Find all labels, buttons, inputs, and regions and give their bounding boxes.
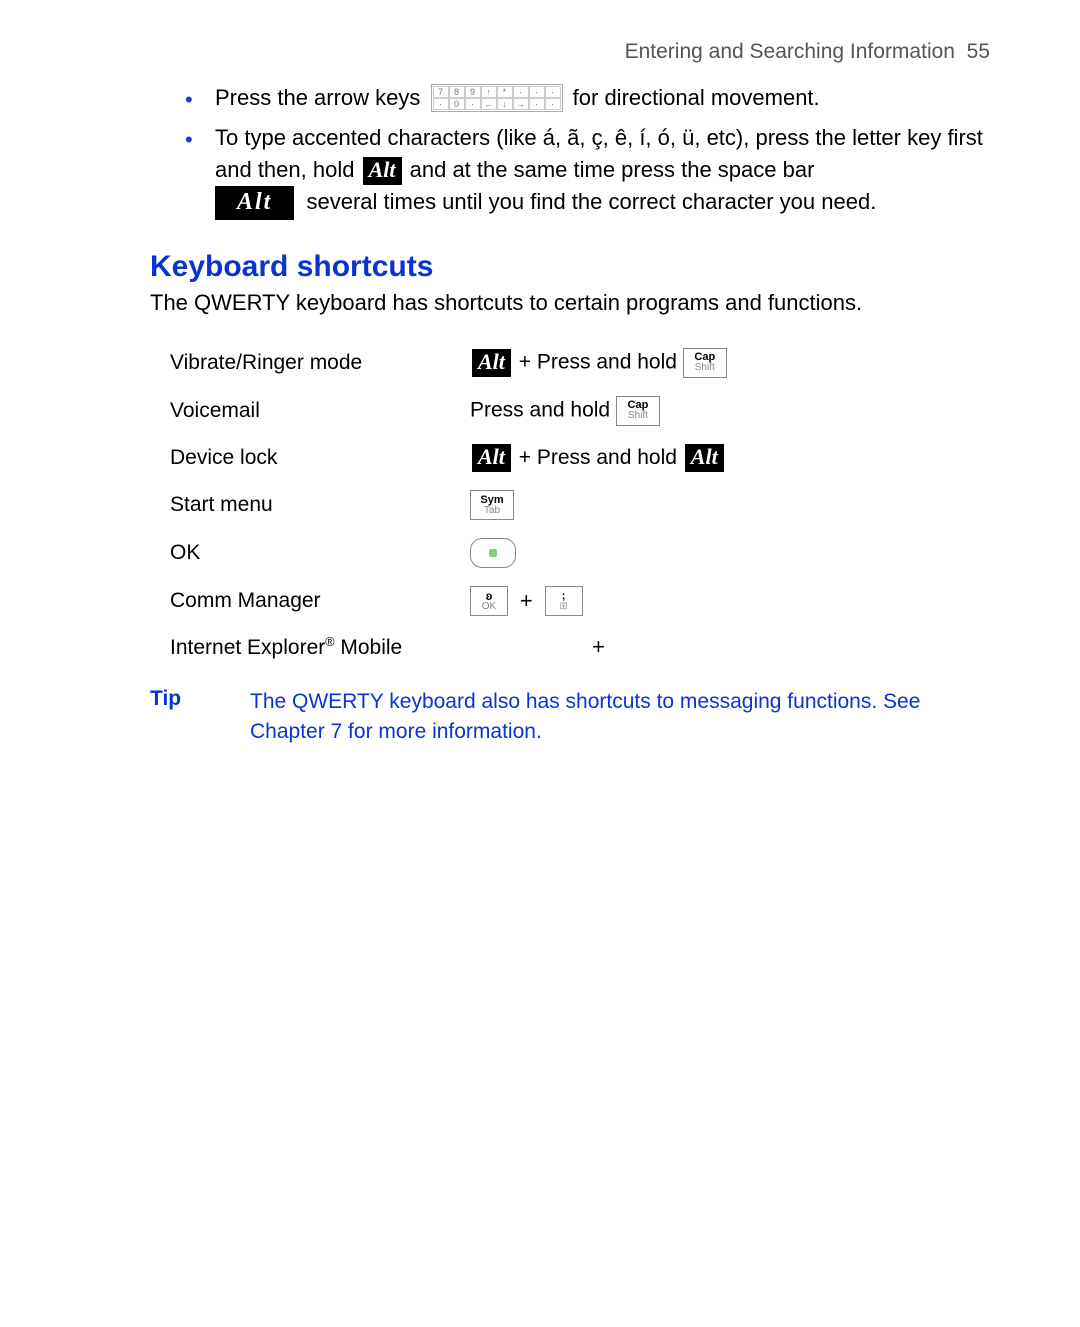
alt-key-icon: Alt	[363, 157, 402, 185]
shortcut-label: Comm Manager	[170, 577, 470, 625]
shortcut-label: Vibrate/Ringer mode	[170, 339, 470, 387]
text: Press the arrow keys	[215, 85, 420, 110]
windows-logo-icon: ⊞	[559, 602, 567, 612]
plus-icon: +	[592, 634, 605, 659]
running-head: Entering and Searching Information 55	[150, 40, 990, 64]
shortcut-keys	[470, 529, 737, 577]
table-row: Start menu Sym Tab	[170, 481, 737, 529]
page-number: 55	[967, 40, 990, 63]
alt-key-long-icon: Alt	[215, 186, 294, 220]
table-row: OK	[170, 529, 737, 577]
table-row: Internet Explorer® Mobile +	[170, 625, 737, 669]
shortcut-label: OK	[170, 529, 470, 577]
shortcuts-table: Vibrate/Ringer mode Alt + Press and hold…	[170, 339, 737, 669]
tip-label: Tip	[150, 687, 250, 746]
shortcut-keys: Alt + Press and hold Cap Shift	[470, 339, 737, 387]
shortcut-label: Internet Explorer® Mobile	[170, 625, 470, 669]
cap-shift-key-icon: Cap Shift	[616, 396, 660, 426]
alt-key-icon: Alt	[685, 444, 724, 472]
shortcut-label: Start menu	[170, 481, 470, 529]
shortcut-keys: Sym Tab	[470, 481, 737, 529]
table-row: Voicemail Press and hold Cap Shift	[170, 387, 737, 435]
section-title: Keyboard shortcuts	[150, 250, 990, 284]
alt-key-icon: Alt	[472, 349, 511, 377]
cap-shift-key-icon: Cap Shift	[683, 348, 727, 378]
text: for directional movement.	[573, 85, 820, 110]
key-bot: Shift	[695, 363, 715, 373]
key-bot: Shift	[628, 411, 648, 421]
key-bot: Tab	[484, 506, 500, 516]
text: and at the same time press the space bar	[410, 157, 815, 182]
tip-note: Tip The QWERTY keyboard also has shortcu…	[150, 687, 990, 746]
comm-ok-key-icon: ʚ OK	[470, 586, 508, 616]
bullet-arrow-keys: Press the arrow keys 789 ↑*· ·· ·0· ←↓→ …	[150, 82, 990, 114]
table-row: Comm Manager ʚ OK + ; ⊞	[170, 577, 737, 625]
table-row: Vibrate/Ringer mode Alt + Press and hold…	[170, 339, 737, 387]
shortcut-keys: +	[470, 625, 737, 669]
arrow-keys-icon: 789 ↑*· ·· ·0· ←↓→ ··	[431, 84, 563, 112]
ok-button-key-icon	[470, 538, 516, 568]
bullet-accented-chars: To type accented characters (like á, ã, …	[150, 122, 990, 220]
registered-icon: ®	[325, 635, 334, 649]
alt-key-icon: Alt	[472, 444, 511, 472]
shortcut-keys: Alt + Press and hold Alt	[470, 435, 737, 481]
plus-icon: +	[520, 588, 533, 613]
windows-key-icon: ; ⊞	[545, 586, 583, 616]
center-dot-icon	[489, 549, 497, 557]
shortcut-label: Device lock	[170, 435, 470, 481]
tip-body: The QWERTY keyboard also has shortcuts t…	[250, 687, 990, 746]
bullet-list: Press the arrow keys 789 ↑*· ·· ·0· ←↓→ …	[150, 82, 990, 220]
text: Internet Explorer	[170, 636, 325, 659]
text: Press and hold	[470, 398, 610, 421]
key-bot: OK	[482, 602, 496, 612]
text: Mobile	[335, 636, 403, 659]
text: + Press and hold	[519, 446, 677, 469]
table-row: Device lock Alt + Press and hold Alt	[170, 435, 737, 481]
section-intro: The QWERTY keyboard has shortcuts to cer…	[150, 288, 990, 319]
text: several times until you find the correct…	[306, 189, 876, 214]
shortcut-label: Voicemail	[170, 387, 470, 435]
running-title: Entering and Searching Information	[625, 40, 955, 63]
shortcut-keys: Press and hold Cap Shift	[470, 387, 737, 435]
text: + Press and hold	[519, 350, 677, 373]
sym-tab-key-icon: Sym Tab	[470, 490, 514, 520]
shortcut-keys: ʚ OK + ; ⊞	[470, 577, 737, 625]
